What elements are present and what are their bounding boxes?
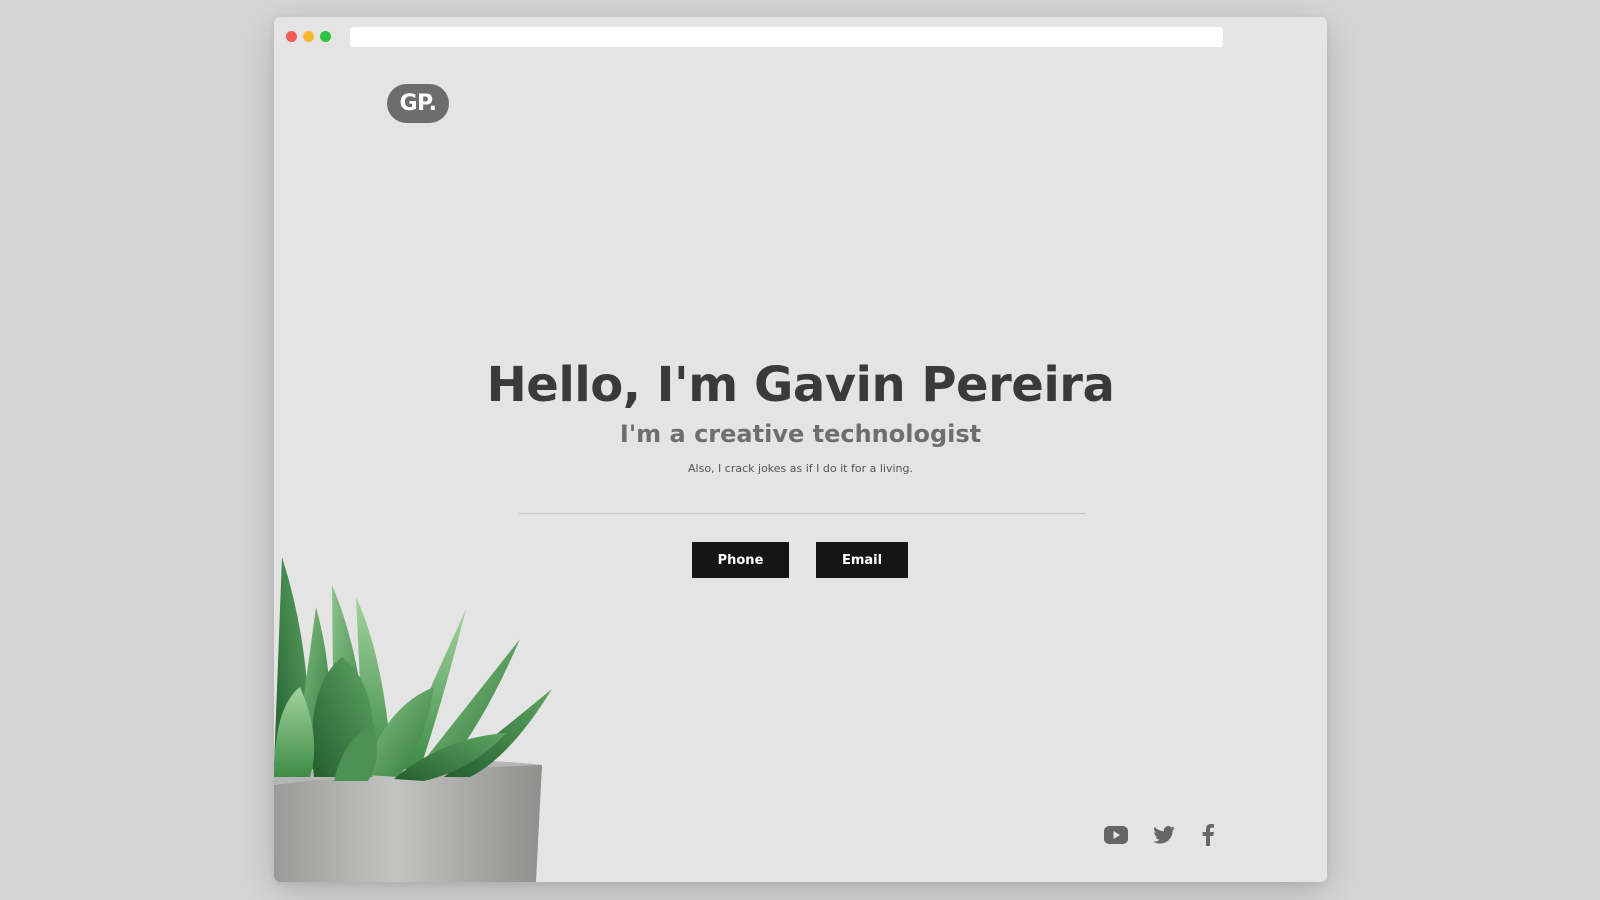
hero-title: Hello, I'm Gavin Pereira [486, 357, 1115, 413]
address-bar[interactable] [350, 27, 1223, 47]
logo-text: GP. [399, 91, 438, 116]
succulent-plant-image [274, 557, 552, 882]
phone-button[interactable]: Phone [692, 542, 789, 578]
browser-window: GP. Hello, I'm Gavin Pereira I'm a creat… [274, 17, 1327, 882]
maximize-window-button[interactable] [320, 31, 331, 42]
hero-tagline: Also, I crack jokes as if I do it for a … [688, 461, 913, 475]
browser-titlebar [274, 17, 1327, 57]
youtube-icon[interactable] [1102, 823, 1130, 847]
facebook-icon[interactable] [1194, 823, 1222, 847]
hero-subtitle: I'm a creative technologist [619, 419, 982, 448]
email-button[interactable]: Email [816, 542, 908, 578]
minimize-window-button[interactable] [303, 31, 314, 42]
twitter-icon[interactable] [1150, 823, 1178, 847]
close-window-button[interactable] [286, 31, 297, 42]
site-logo[interactable]: GP. [387, 84, 449, 123]
divider [519, 513, 1085, 514]
hero-section: Hello, I'm Gavin Pereira I'm a creative … [274, 357, 1327, 475]
